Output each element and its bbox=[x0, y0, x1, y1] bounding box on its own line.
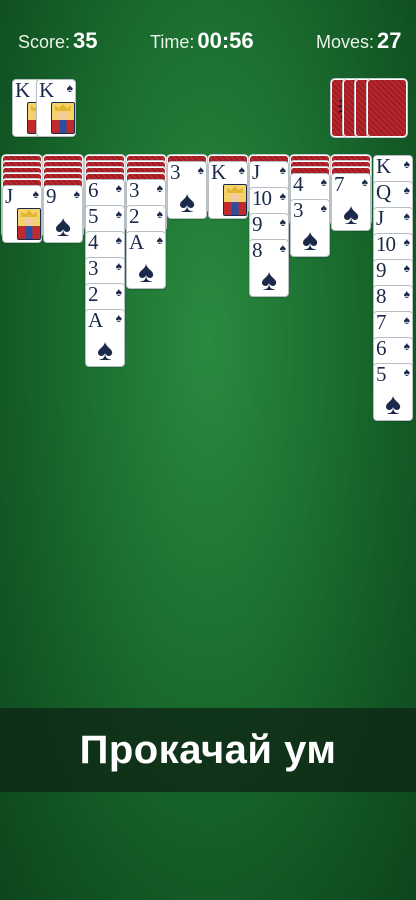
card-rank: K bbox=[39, 80, 54, 102]
card-rank: 4 bbox=[293, 174, 303, 196]
card-7-spades[interactable]: 7 ♠ ♠ bbox=[332, 174, 370, 230]
card-rank: 3 bbox=[293, 200, 303, 222]
spade-icon: ♠ bbox=[156, 207, 163, 221]
card-rank: K bbox=[15, 80, 30, 102]
hud: Score: 35 Time: 00:56 Moves: 27 bbox=[0, 28, 416, 62]
card-5-spades[interactable]: 5 ♠ ♠ bbox=[374, 364, 412, 420]
card-rank: 3 bbox=[129, 180, 139, 202]
promo-banner: Прокачай ум bbox=[0, 708, 416, 792]
card-rank: 10 bbox=[376, 234, 396, 256]
spade-icon: ♠ bbox=[115, 233, 122, 247]
spade-icon: ♠ bbox=[115, 181, 122, 195]
spade-icon: ♠ bbox=[55, 210, 71, 242]
card-rank: 10 bbox=[252, 188, 272, 210]
card-3-spades[interactable]: 3 ♠ ♠ bbox=[168, 162, 206, 218]
card-rank: A bbox=[88, 310, 103, 332]
card-9-spades[interactable]: 9 ♠ ♠ bbox=[44, 186, 82, 242]
spade-icon: ♠ bbox=[115, 285, 122, 299]
spade-icon: ♠ bbox=[179, 186, 195, 218]
spade-icon: ♠ bbox=[138, 256, 154, 288]
spade-icon: ♠ bbox=[73, 187, 80, 201]
card-rank: Q bbox=[376, 182, 391, 204]
card-rank: 8 bbox=[376, 286, 386, 308]
spade-icon: ♠ bbox=[66, 81, 73, 95]
spade-icon: ♠ bbox=[403, 157, 410, 171]
stock-card[interactable] bbox=[368, 80, 406, 136]
foundation-card-king: K♠ bbox=[37, 80, 75, 136]
spade-icon: ♠ bbox=[403, 235, 410, 249]
spade-icon: ♠ bbox=[115, 207, 122, 221]
card-rank: K bbox=[376, 156, 391, 178]
card-rank: 5 bbox=[376, 364, 386, 386]
spade-icon: ♠ bbox=[403, 313, 410, 327]
court-figure-icon bbox=[17, 208, 41, 240]
court-figure-icon bbox=[51, 102, 75, 134]
spade-icon: ♠ bbox=[279, 189, 286, 203]
card-rank: 5 bbox=[88, 206, 98, 228]
card-a-spades[interactable]: A ♠ ♠ bbox=[86, 310, 124, 366]
card-rank: 4 bbox=[88, 232, 98, 254]
moves-value: 27 bbox=[377, 28, 402, 53]
card-8-spades[interactable]: 8 ♠ ♠ bbox=[250, 240, 288, 296]
time-display: Time: 00:56 bbox=[150, 28, 254, 54]
card-3-spades[interactable]: 3 ♠ ♠ bbox=[291, 200, 329, 256]
card-a-spades[interactable]: A ♠ ♠ bbox=[127, 232, 165, 288]
spade-icon: ♠ bbox=[279, 163, 286, 177]
spade-icon: ♠ bbox=[403, 365, 410, 379]
card-rank: 9 bbox=[376, 260, 386, 282]
moves-display: Moves: 27 bbox=[316, 28, 402, 54]
card-rank: K bbox=[211, 162, 226, 184]
score-display: Score: 35 bbox=[18, 28, 98, 54]
court-figure-icon bbox=[223, 184, 247, 216]
spade-icon: ♠ bbox=[403, 261, 410, 275]
card-rank: J bbox=[376, 208, 384, 230]
spade-icon: ♠ bbox=[115, 259, 122, 273]
card-rank: 3 bbox=[170, 162, 180, 184]
time-label: Time: bbox=[150, 32, 195, 52]
card-rank: 2 bbox=[88, 284, 98, 306]
spade-icon: ♠ bbox=[320, 175, 327, 189]
spade-icon: ♠ bbox=[238, 163, 245, 177]
score-label: Score: bbox=[18, 32, 71, 52]
promo-banner-text: Прокачай ум bbox=[79, 727, 337, 772]
spade-icon: ♠ bbox=[403, 209, 410, 223]
spade-icon: ♠ bbox=[403, 183, 410, 197]
spade-icon: ♠ bbox=[97, 334, 113, 366]
spade-icon: ♠ bbox=[361, 175, 368, 189]
card-rank: J bbox=[252, 162, 260, 184]
score-value: 35 bbox=[73, 28, 98, 53]
card-k-spades[interactable]: K ♠ bbox=[209, 162, 247, 218]
spade-icon: ♠ bbox=[115, 311, 122, 325]
spade-icon: ♠ bbox=[385, 388, 401, 420]
time-value: 00:56 bbox=[197, 28, 254, 53]
card-rank: 2 bbox=[129, 206, 139, 228]
spade-icon: ♠ bbox=[302, 224, 318, 256]
spade-icon: ♠ bbox=[279, 241, 286, 255]
spade-icon: ♠ bbox=[403, 339, 410, 353]
spade-icon: ♠ bbox=[156, 181, 163, 195]
spade-icon: ♠ bbox=[32, 187, 39, 201]
card-j-spades[interactable]: J ♠ bbox=[3, 186, 41, 242]
spade-icon: ♠ bbox=[343, 198, 359, 230]
card-rank: J bbox=[5, 186, 13, 208]
card-rank: 3 bbox=[88, 258, 98, 280]
card-rank: A bbox=[129, 232, 144, 254]
card-rank: 6 bbox=[88, 180, 98, 202]
card-rank: 7 bbox=[334, 174, 344, 196]
moves-label: Moves: bbox=[316, 32, 375, 52]
card-rank: 7 bbox=[376, 312, 386, 334]
card-rank: 6 bbox=[376, 338, 386, 360]
spade-icon: ♠ bbox=[261, 264, 277, 296]
spade-icon: ♠ bbox=[403, 287, 410, 301]
spade-icon: ♠ bbox=[320, 201, 327, 215]
spade-icon: ♠ bbox=[197, 163, 204, 177]
card-rank: 9 bbox=[252, 214, 262, 236]
card-rank: 9 bbox=[46, 186, 56, 208]
card-rank: 8 bbox=[252, 240, 262, 262]
spade-icon: ♠ bbox=[279, 215, 286, 229]
spade-icon: ♠ bbox=[156, 233, 163, 247]
